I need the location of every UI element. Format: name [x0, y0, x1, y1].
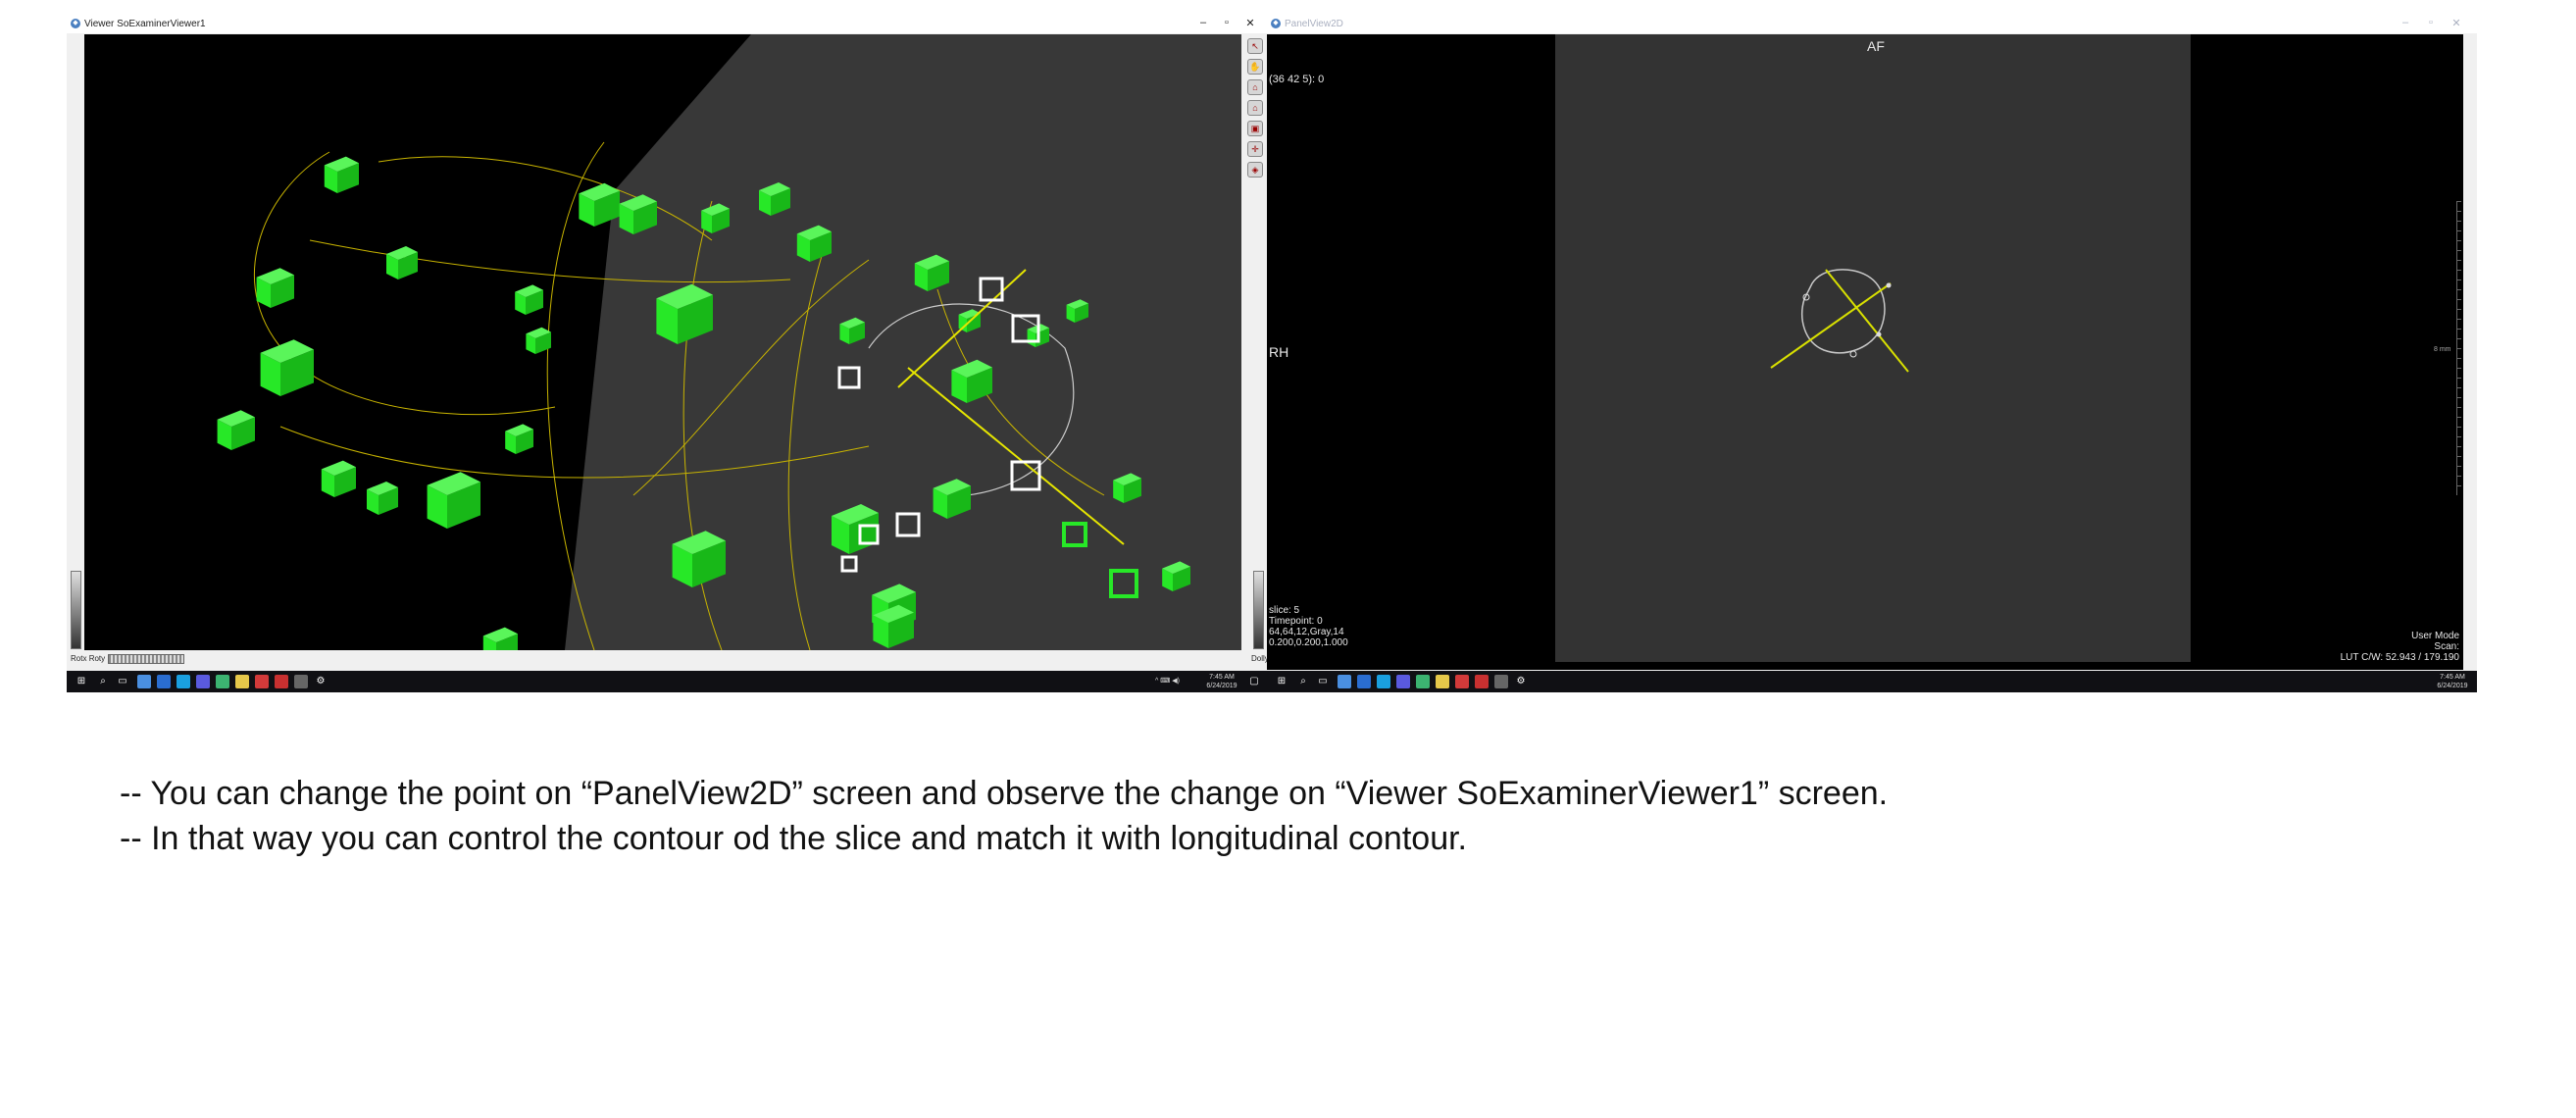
- seek-icon[interactable]: ✛: [1247, 141, 1263, 157]
- axis-line-1: [1770, 282, 1892, 369]
- roty-thumbwheel[interactable]: [108, 654, 184, 664]
- viewer-toolbar: ↖ ✋ ⌂ ⌂ ▣ ✛ ◈: [1244, 35, 1264, 182]
- view-all-icon[interactable]: ▣: [1247, 121, 1263, 136]
- panel-titlebar: ◆ PanelView2D – ▫ ✕: [1267, 16, 2477, 33]
- point-cube: [482, 627, 518, 650]
- coord-readout: (36 42 5): 0: [1269, 74, 1325, 85]
- 3d-scene[interactable]: [84, 34, 1241, 650]
- app-taskbar-icon[interactable]: [1416, 675, 1430, 688]
- viewer-bottom-bar: Rotx Roty Dolly: [67, 651, 1269, 665]
- app-taskbar-icon[interactable]: [196, 675, 210, 688]
- control-point[interactable]: [1886, 282, 1892, 288]
- caption-line-2: -- In that way you can control the conto…: [120, 820, 1467, 857]
- maximize-button[interactable]: ▫: [2420, 17, 2442, 28]
- slice-info: slice: 5 Timepoint: 0 64,64,12,Gray,14 0…: [1269, 605, 1348, 648]
- rotate-labels: Rotx Roty: [71, 654, 106, 663]
- control-point[interactable]: [1849, 350, 1857, 358]
- taskbar-right: ⊞ ⌕ ▭ ⚙ 7:45 AM 6/24/2019: [1267, 671, 2477, 692]
- app-taskbar-icon[interactable]: [1396, 675, 1410, 688]
- app-taskbar-icon[interactable]: [216, 675, 229, 688]
- viewer-titlebar: ◆ Viewer SoExaminerViewer1 – ▫ ✕: [67, 16, 1267, 33]
- background-plane: [565, 34, 1241, 650]
- caption: -- You can change the point on “PanelVie…: [120, 771, 1888, 861]
- folder-icon[interactable]: [235, 675, 249, 688]
- home-icon[interactable]: ⌂: [1247, 79, 1263, 95]
- caption-line-1: -- You can change the point on “PanelVie…: [120, 775, 1889, 812]
- task-view-icon[interactable]: ▭: [1316, 675, 1330, 688]
- tray-icons[interactable]: ^ ⌨ ◀): [1155, 677, 1180, 686]
- windows-start-icon[interactable]: ⊞: [75, 675, 88, 688]
- app-taskbar-icon[interactable]: [1338, 675, 1351, 688]
- point-cube: [321, 460, 356, 497]
- pick-arrow-icon[interactable]: ↖: [1247, 38, 1263, 54]
- panel-title: PanelView2D: [1285, 19, 1343, 29]
- 2d-slice-view[interactable]: (36 42 5): 0 AF RH slice: 5 Timepoint: 0…: [1267, 34, 2463, 670]
- minimize-button[interactable]: –: [1192, 17, 1214, 28]
- app-taskbar-icon[interactable]: [1357, 675, 1371, 688]
- control-point[interactable]: [1876, 331, 1882, 337]
- scale-ruler: [2456, 201, 2461, 495]
- point-cube: [386, 246, 418, 280]
- scale-ruler-label: 8 mm: [2434, 346, 2451, 353]
- search-icon[interactable]: ⌕: [1296, 675, 1310, 688]
- viewer-window: ◆ Viewer SoExaminerViewer1 – ▫ ✕ ↖ ✋ ⌂ ⌂…: [67, 16, 1269, 692]
- viewer-title: Viewer SoExaminerViewer1: [84, 19, 206, 29]
- taskbar-clock[interactable]: 7:45 AM 6/24/2019: [2432, 673, 2473, 690]
- point-cube: [505, 424, 533, 454]
- point-cube: [217, 410, 255, 450]
- app-taskbar-icon[interactable]: [157, 675, 171, 688]
- point-cube: [367, 482, 398, 515]
- app-taskbar-icon[interactable]: ⚙: [1514, 675, 1528, 688]
- slice-contour-svg[interactable]: [1555, 34, 2191, 662]
- search-icon[interactable]: ⌕: [96, 675, 110, 688]
- panelview2d-window: ◆ PanelView2D – ▫ ✕ (36 42 5): 0 AF RH s…: [1267, 16, 2477, 692]
- slice-contour: [1801, 269, 1886, 354]
- app-taskbar-icon[interactable]: [1377, 675, 1390, 688]
- orientation-top-label: AF: [1867, 38, 1885, 54]
- task-view-icon[interactable]: ▭: [116, 675, 129, 688]
- app-taskbar-icon[interactable]: ⚙: [314, 675, 328, 688]
- set-home-icon[interactable]: ⌂: [1247, 100, 1263, 116]
- app-icon: ◆: [71, 19, 80, 28]
- close-button[interactable]: ✕: [1239, 17, 1261, 29]
- rotx-thumbwheel[interactable]: [71, 571, 81, 649]
- slice-image[interactable]: [1555, 34, 2191, 662]
- app-taskbar-icon[interactable]: [137, 675, 151, 688]
- taskbar-left: ⊞ ⌕ ▭ ⚙ ^ ⌨ ◀) 7:45 AM 6/24/2019 ▢: [67, 671, 1267, 692]
- pdf-icon[interactable]: [275, 675, 288, 688]
- folder-icon[interactable]: [1436, 675, 1449, 688]
- app-taskbar-icon[interactable]: [1494, 675, 1508, 688]
- point-cube: [256, 268, 294, 308]
- close-button[interactable]: ✕: [2446, 17, 2467, 29]
- dolly-thumbwheel[interactable]: [1253, 571, 1264, 649]
- app-taskbar-icon[interactable]: [177, 675, 190, 688]
- notification-icon[interactable]: ▢: [1247, 675, 1261, 688]
- pdf-icon[interactable]: [1475, 675, 1489, 688]
- point-cube: [260, 339, 314, 396]
- minimize-button[interactable]: –: [2395, 17, 2416, 28]
- point-cube: [324, 156, 359, 193]
- taskbar-clock[interactable]: 7:45 AM 6/24/2019: [1202, 673, 1241, 690]
- view-hand-icon[interactable]: ✋: [1247, 59, 1263, 75]
- point-cube: [515, 284, 543, 315]
- user-mode-info: User Mode Scan: LUT C/W: 52.943 / 179.19…: [2340, 631, 2459, 663]
- windows-start-icon[interactable]: ⊞: [1275, 675, 1288, 688]
- point-cube: [427, 472, 480, 529]
- maximize-button[interactable]: ▫: [1216, 17, 1237, 28]
- app-taskbar-icon[interactable]: [255, 675, 269, 688]
- app-icon: ◆: [1271, 19, 1281, 28]
- projection-icon[interactable]: ◈: [1247, 162, 1263, 178]
- orientation-left-label: RH: [1269, 344, 1289, 360]
- app-taskbar-icon[interactable]: [294, 675, 308, 688]
- app-taskbar-icon[interactable]: [1455, 675, 1469, 688]
- 3d-viewport[interactable]: [84, 34, 1241, 650]
